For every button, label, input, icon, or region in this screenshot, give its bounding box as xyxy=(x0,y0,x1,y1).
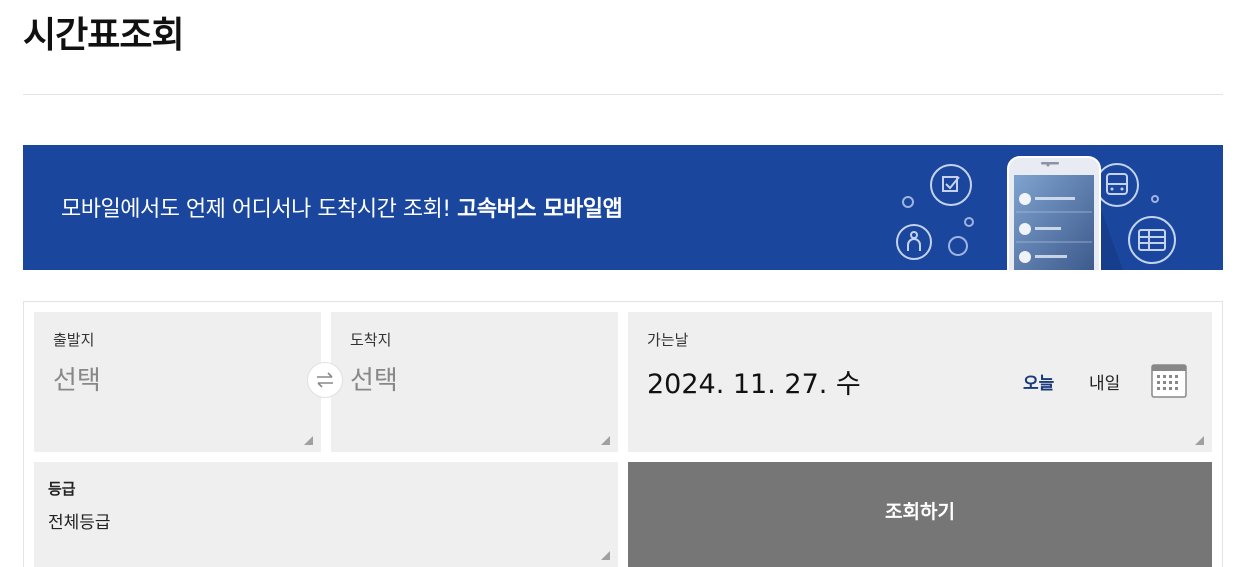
date-value: 2024. 11. 27. 수 xyxy=(647,369,861,400)
banner-text: 모바일에서도 언제 어디서나 도착시간 조회! 고속버스 모바일앱 xyxy=(61,191,623,223)
banner-highlight: 고속버스 모바일앱 xyxy=(457,197,623,222)
today-button[interactable]: 오늘 xyxy=(1023,369,1054,394)
arrival-select[interactable]: 도착지 선택 xyxy=(331,312,618,452)
swap-arrows-icon xyxy=(317,372,333,388)
swap-button[interactable] xyxy=(307,362,343,398)
grade-select[interactable]: 등급 전체등급 xyxy=(34,462,618,567)
search-button[interactable]: 조회하기 xyxy=(628,462,1212,567)
timetable-icon xyxy=(1128,216,1176,264)
check-icon xyxy=(930,164,972,206)
banner-message: 모바일에서도 언제 어디서나 도착시간 조회! xyxy=(61,197,451,222)
corner-arrow-icon xyxy=(601,551,610,560)
arrival-value: 선택 xyxy=(350,366,398,396)
arrival-label: 도착지 xyxy=(350,331,392,349)
phone-illustration xyxy=(896,156,1176,270)
departure-value: 선택 xyxy=(53,366,101,396)
corner-arrow-icon xyxy=(304,436,313,445)
title-divider xyxy=(23,94,1223,95)
bus-icon xyxy=(1095,163,1139,207)
mobile-app-banner[interactable]: 모바일에서도 언제 어디서나 도착시간 조회! 고속버스 모바일앱 xyxy=(23,145,1223,270)
date-label: 가는날 xyxy=(647,331,689,349)
tomorrow-button[interactable]: 내일 xyxy=(1089,369,1120,394)
departure-select[interactable]: 출발지 선택 xyxy=(34,312,321,452)
date-select[interactable]: 가는날 2024. 11. 27. 수 xyxy=(628,312,1212,452)
departure-label: 출발지 xyxy=(53,331,95,349)
page-title: 시간표조회 xyxy=(23,15,185,56)
calendar-icon[interactable] xyxy=(1151,364,1187,398)
corner-arrow-icon xyxy=(1195,436,1204,445)
grade-value: 전체등급 xyxy=(48,513,111,533)
grade-label: 등급 xyxy=(48,480,76,498)
corner-arrow-icon xyxy=(601,436,610,445)
person-icon xyxy=(896,224,932,260)
